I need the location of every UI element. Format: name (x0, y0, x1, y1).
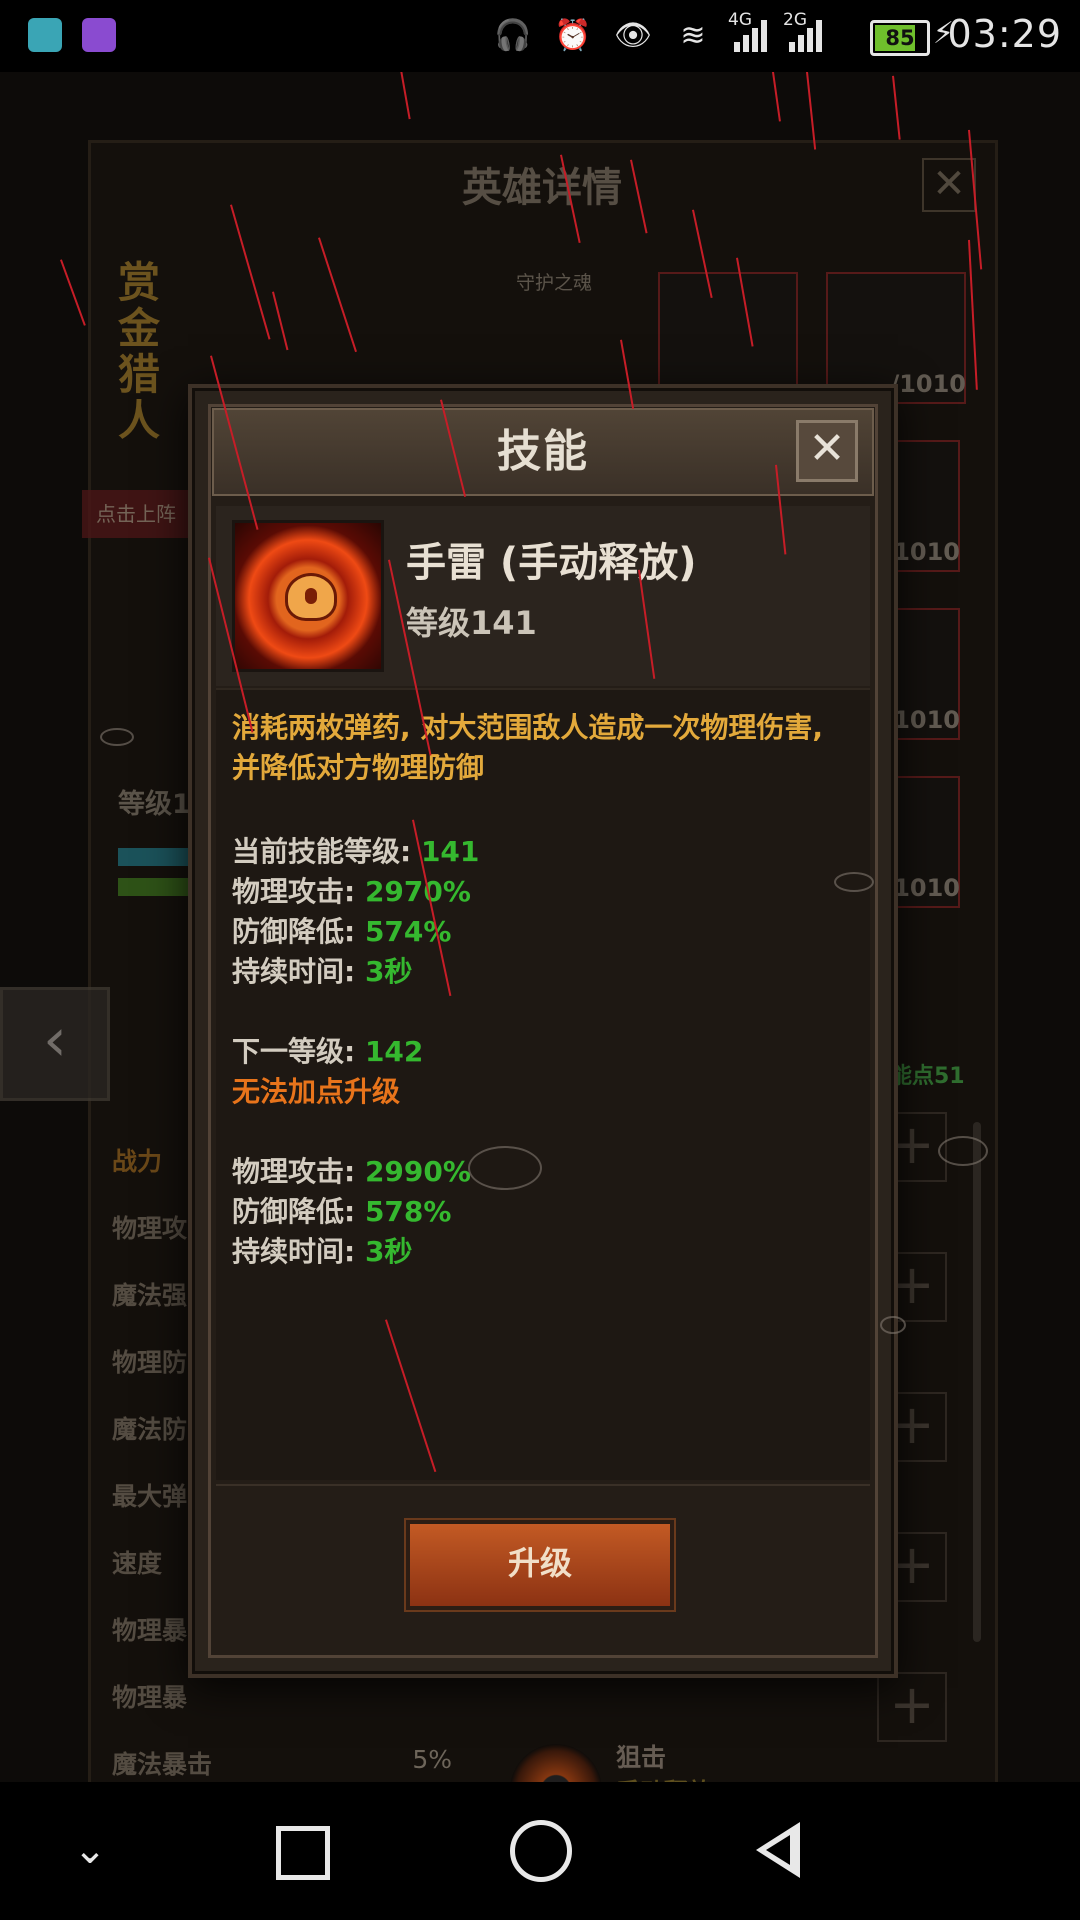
battery-level: 85 (885, 26, 915, 50)
current-duration-row: 持续时间: 3秒 (232, 955, 413, 988)
rain-splash (938, 1136, 988, 1166)
hero-level-label: 等级1 (118, 789, 191, 820)
signal-2g-icon: 2G (783, 10, 822, 52)
notification-gallery-icon (82, 18, 116, 52)
wifi-icon: ≋ (680, 18, 706, 53)
guardian-soul-label: 守护之魂 (516, 272, 593, 294)
rain-splash (468, 1146, 542, 1190)
next-duration-row: 持续时间: 3秒 (232, 1235, 413, 1268)
stamina-bar (118, 878, 188, 896)
skill-summary: 手雷 (手动释放) 等级141 (216, 506, 870, 686)
back-icon[interactable] (740, 1818, 820, 1882)
hero-name: 赏金猎人 (118, 258, 161, 445)
skill-dialog-footer: 升级 (216, 1484, 870, 1636)
next-phys-attack-row: 物理攻击: 2990% (232, 1155, 471, 1188)
chevron-left-icon[interactable]: ‹ (0, 987, 110, 1101)
skill-points: 能点51 (890, 1064, 965, 1089)
equipment-count: /1010 (890, 370, 966, 398)
stat-row: 物理暴 (112, 1683, 188, 1712)
eye-icon: 👁 (614, 18, 653, 53)
skill-dialog: 技能 ✕ 手雷 (手动释放) 等级141 消耗两枚弹药, 对大范围敌人造成一次物… (188, 384, 898, 1678)
status-icons: 🎧 ⏰ 👁 ≋ 4G 2G (494, 10, 822, 58)
plus-icon[interactable]: + (877, 1672, 947, 1742)
grenade-skill-icon (232, 520, 384, 672)
headphones-icon: 🎧 (494, 18, 532, 53)
skill-name: 手雷 (手动释放) (406, 540, 697, 586)
home-icon[interactable] (500, 1818, 580, 1882)
hero-detail-close-icon[interactable]: ✕ (922, 158, 976, 212)
system-nav-bar: ⌄ (0, 1782, 1080, 1920)
upgrade-warning: 无法加点升级 (232, 1075, 401, 1108)
skill-description: 消耗两枚弹药, 对大范围敌人造成一次物理伤害, 并降低对方物理防御 (232, 711, 824, 784)
clock: 03:29 (947, 12, 1062, 56)
rain-splash (880, 1316, 906, 1334)
skill-details: 消耗两枚弹药, 对大范围敌人造成一次物理伤害, 并降低对方物理防御 当前技能等级… (216, 688, 870, 1480)
skill-dialog-title: 技能 (497, 426, 589, 477)
hero-detail-title: 英雄详情 (462, 165, 622, 211)
next-level-row: 下一等级: 142 (232, 1035, 424, 1068)
current-level-row: 当前技能等级: 141 (232, 835, 480, 868)
snipe-skill-name: 狙击 (616, 1743, 667, 1772)
current-phys-attack-row: 物理攻击: 2970% (232, 875, 471, 908)
skill-list-scrollbar[interactable] (973, 1122, 981, 1642)
recents-icon[interactable] (260, 1818, 340, 1882)
signal-4g-icon: 4G (728, 10, 767, 52)
next-def-reduce-row: 防御降低: 578% (232, 1195, 452, 1228)
rain-splash (834, 872, 874, 892)
chevron-down-icon[interactable]: ⌄ (50, 1818, 130, 1882)
notification-app-icon (28, 18, 62, 52)
exp-bar (118, 848, 188, 866)
status-bar: 🎧 ⏰ 👁 ≋ 4G 2G 85 ⚡ 03:29 (0, 0, 1080, 72)
skill-dialog-header: 技能 ✕ (212, 408, 874, 496)
battery-icon: 85 (870, 20, 930, 56)
close-icon[interactable]: ✕ (796, 420, 858, 482)
upgrade-button[interactable]: 升级 (406, 1520, 674, 1610)
alarm-icon: ⏰ (554, 18, 592, 53)
deploy-button[interactable]: 点击上阵 (82, 490, 190, 538)
skill-stats: 当前技能等级: 141 物理攻击: 2970% 防御降低: 574% 持续时间:… (232, 832, 854, 1272)
current-def-reduce-row: 防御降低: 574% (232, 915, 452, 948)
rain-splash (100, 728, 134, 746)
skill-level: 等级141 (406, 604, 537, 642)
